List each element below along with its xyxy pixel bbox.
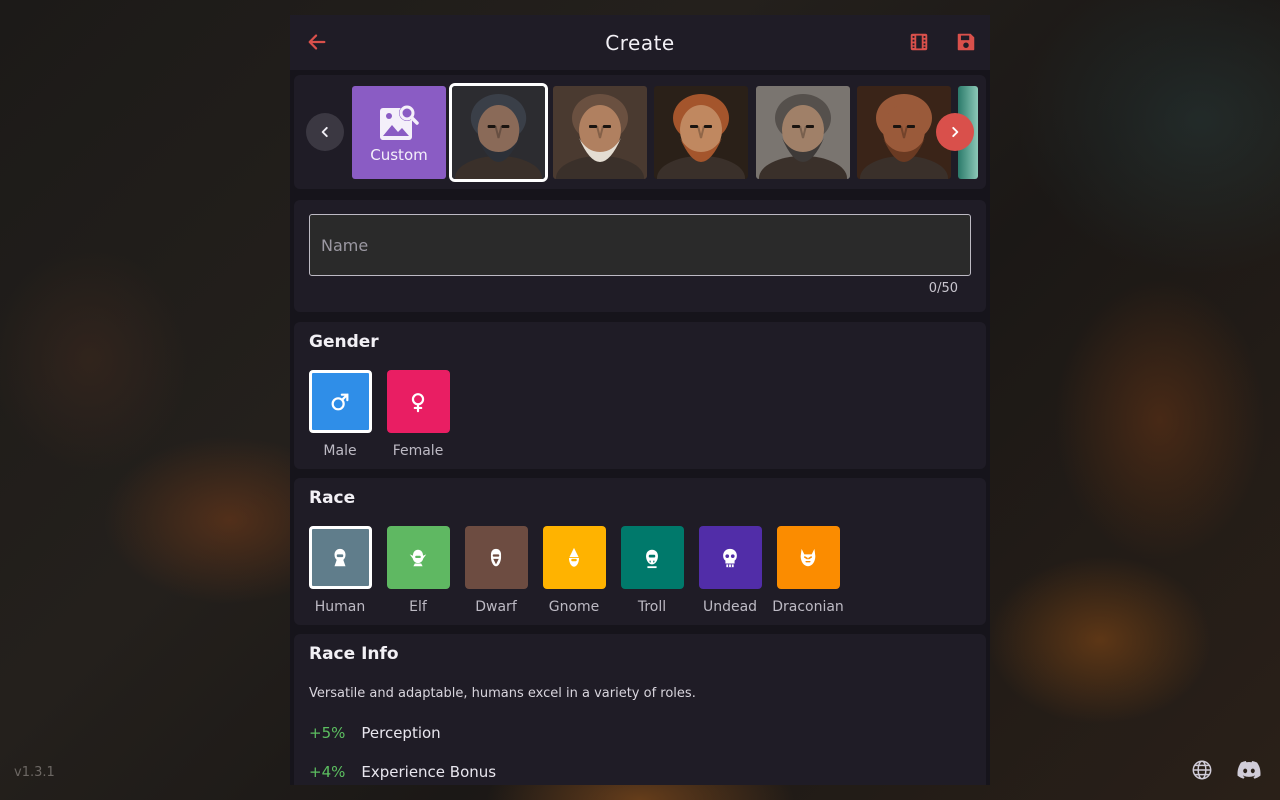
race-tile[interactable]: [386, 526, 450, 589]
gender-option-label: Female: [392, 443, 444, 459]
portrait-option[interactable]: [654, 86, 748, 179]
race-option-undead[interactable]: Undead: [690, 526, 770, 615]
character-portrait-image: [452, 86, 545, 179]
character-portrait-image: [654, 86, 748, 179]
race-option-elf[interactable]: Elf: [378, 526, 458, 615]
gender-option-male[interactable]: Male: [300, 370, 380, 459]
back-button[interactable]: [306, 31, 328, 57]
race-option-dwarf[interactable]: Dwarf: [456, 526, 536, 615]
dwarf-icon: [490, 548, 502, 566]
chevron-left-icon: [321, 126, 328, 138]
race-info-section: Race Info Versatile and adaptable, human…: [294, 634, 986, 785]
page-title: Create: [605, 30, 675, 55]
version-label: v1.3.1: [14, 765, 55, 780]
name-section: 0/50: [294, 200, 986, 312]
portrait-carousel: Custom: [294, 75, 986, 189]
save-button[interactable]: [955, 31, 977, 57]
race-description: Versatile and adaptable, humans excel in…: [309, 686, 696, 701]
race-title: Race: [309, 488, 356, 508]
bonus-name: Experience Bonus: [361, 763, 497, 781]
race-tile[interactable]: [698, 526, 762, 589]
race-option-label: Elf: [409, 599, 427, 615]
race-option-label: Human: [314, 599, 366, 615]
race-option-draconian[interactable]: Draconian: [768, 526, 848, 615]
portrait-option[interactable]: [449, 83, 548, 182]
globe-icon: [1192, 760, 1212, 780]
bonus-percent: +4%: [309, 763, 346, 781]
arrow-left-icon: [308, 34, 326, 50]
elf-icon: [409, 549, 427, 566]
character-portrait-image: [756, 86, 850, 179]
custom-portrait-label: Custom: [370, 145, 428, 164]
gender-tile[interactable]: [308, 370, 372, 433]
bonus-name: Perception: [361, 724, 441, 742]
discord-button[interactable]: [1237, 758, 1261, 782]
race-option-label: Gnome: [548, 599, 600, 615]
custom-portrait-button[interactable]: Custom: [352, 86, 446, 179]
gender-option-female[interactable]: Female: [378, 370, 458, 459]
create-panel: Create Custom Name 0/50 Gender Male Fema…: [290, 15, 990, 785]
human-icon: [334, 548, 346, 566]
race-option-human[interactable]: Human: [300, 526, 380, 615]
race-tile[interactable]: [464, 526, 528, 589]
bonus-row: +4% Experience Bonus: [309, 763, 496, 781]
discord-icon: [1237, 761, 1261, 779]
race-tile[interactable]: [776, 526, 840, 589]
troll-icon: [646, 549, 658, 568]
portrait-option[interactable]: [756, 86, 850, 179]
bonus-row: +5% Perception: [309, 724, 441, 742]
image-search-icon: [380, 104, 419, 140]
dragon-icon: [800, 548, 816, 566]
female-icon: [411, 392, 425, 412]
race-tile[interactable]: [308, 526, 372, 589]
race-option-label: Dwarf: [475, 599, 517, 615]
carousel-next-button[interactable]: [936, 113, 974, 151]
gender-option-label: Male: [323, 443, 357, 459]
carousel-prev-button[interactable]: [306, 113, 344, 151]
header-bar: Create: [290, 15, 990, 70]
skull-icon: [723, 548, 737, 567]
race-tile[interactable]: [620, 526, 684, 589]
name-input[interactable]: [309, 214, 971, 276]
race-option-troll[interactable]: Troll: [612, 526, 692, 615]
gender-section: Gender Male Female: [294, 322, 986, 469]
name-char-counter: 0/50: [928, 281, 958, 296]
character-portrait-image: [553, 86, 647, 179]
race-option-label: Draconian: [772, 599, 844, 615]
save-icon: [957, 33, 975, 51]
language-button[interactable]: [1190, 758, 1214, 782]
portrait-option[interactable]: [553, 86, 647, 179]
gender-tile[interactable]: [386, 370, 450, 433]
race-option-gnome[interactable]: Gnome: [534, 526, 614, 615]
male-icon: [331, 393, 349, 410]
race-option-label: Troll: [637, 599, 667, 615]
race-tile[interactable]: [542, 526, 606, 589]
gender-title: Gender: [309, 332, 379, 352]
race-option-label: Undead: [702, 599, 758, 615]
race-info-title: Race Info: [309, 644, 399, 664]
race-section: Race Human Elf Dwarf Gnome Troll Undead Dracon…: [294, 478, 986, 625]
bonus-percent: +5%: [309, 724, 346, 742]
gnome-icon: [568, 547, 580, 567]
film-button[interactable]: [908, 31, 930, 57]
chevron-right-icon: [952, 126, 959, 138]
film-icon: [910, 33, 928, 51]
